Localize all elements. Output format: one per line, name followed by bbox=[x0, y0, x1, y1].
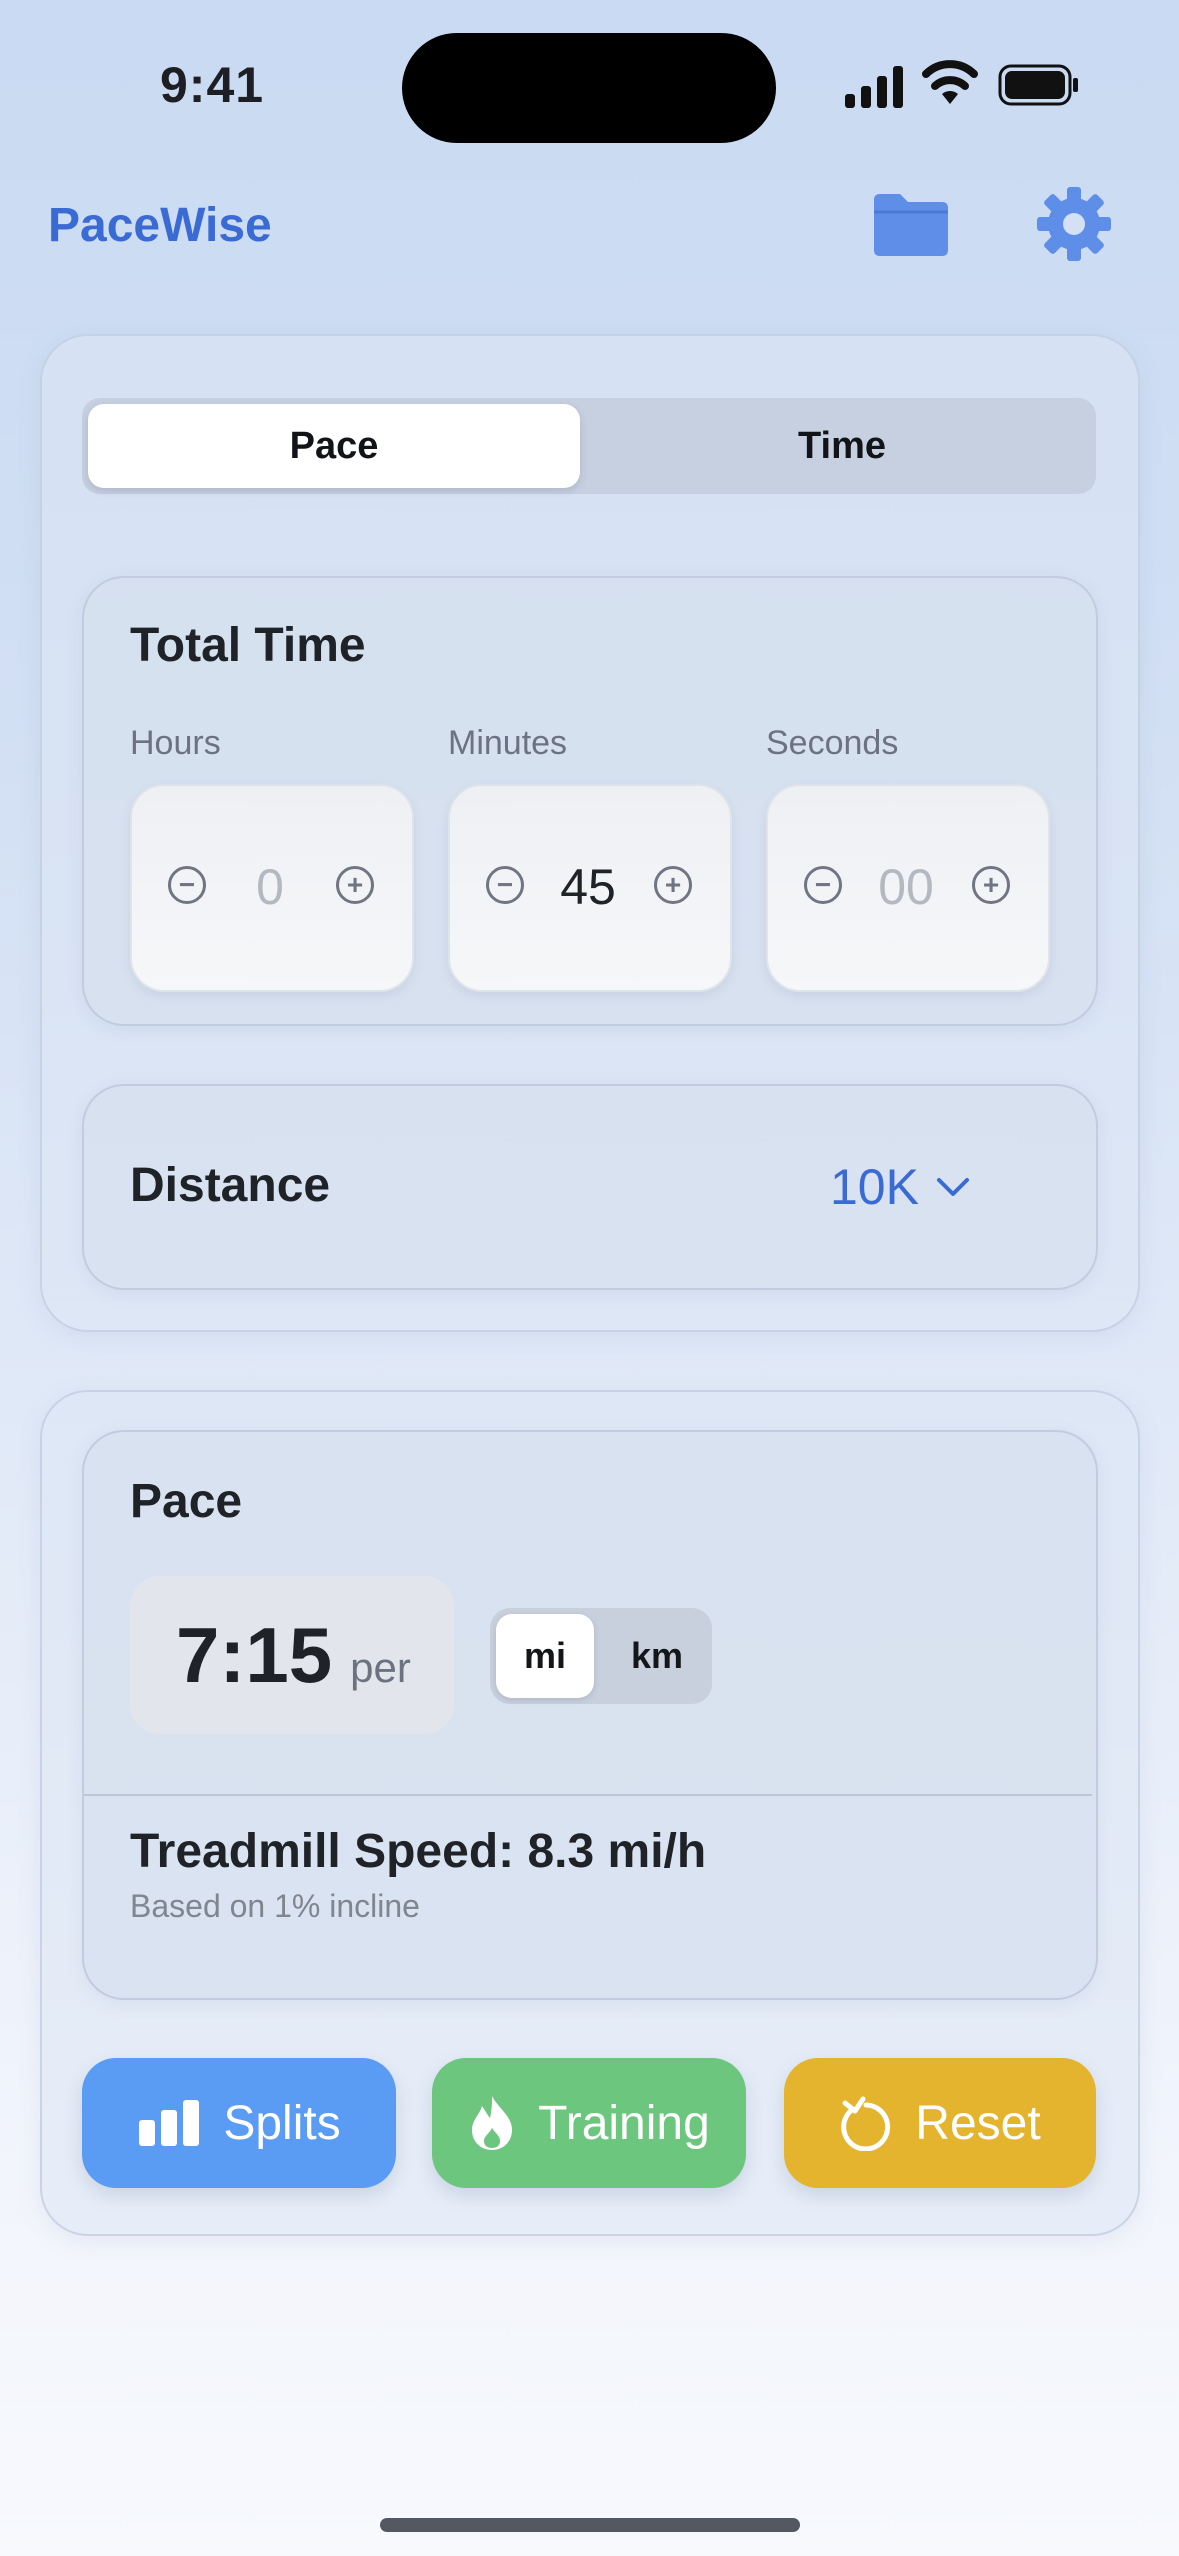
training-button[interactable]: Training bbox=[432, 2058, 746, 2188]
splits-button[interactable]: Splits bbox=[82, 2058, 396, 2188]
distance-label: Distance bbox=[130, 1159, 331, 1212]
reset-icon bbox=[841, 2096, 891, 2151]
hours-increment-button[interactable]: + bbox=[336, 866, 374, 904]
folder-icon[interactable] bbox=[870, 190, 952, 258]
unit-mi[interactable]: mi bbox=[496, 1614, 594, 1698]
hours-value[interactable]: 0 bbox=[210, 858, 330, 916]
seconds-value[interactable]: 00 bbox=[846, 858, 966, 916]
distance-picker[interactable]: 10K bbox=[830, 1158, 971, 1216]
seconds-increment-button[interactable]: + bbox=[972, 866, 1010, 904]
minutes-value[interactable]: 45 bbox=[528, 858, 648, 916]
status-time: 9:41 bbox=[160, 57, 265, 113]
tab-time[interactable]: Time bbox=[596, 404, 1088, 488]
reset-label: Reset bbox=[915, 2096, 1041, 2150]
bar-chart-icon bbox=[139, 2100, 200, 2146]
pace-value: 7:15 bbox=[176, 1611, 333, 1699]
gear-icon[interactable] bbox=[1036, 186, 1112, 262]
splits-label: Splits bbox=[223, 2096, 341, 2150]
hours-label: Hours bbox=[130, 724, 221, 762]
pace-value-row: 7:15 per bbox=[176, 1610, 411, 1701]
treadmill-speed: Treadmill Speed: 8.3 mi/h bbox=[130, 1825, 707, 1878]
home-indicator[interactable] bbox=[380, 2518, 800, 2532]
reset-button[interactable]: Reset bbox=[784, 2058, 1096, 2188]
total-time-title: Total Time bbox=[130, 619, 366, 672]
dynamic-island bbox=[402, 33, 776, 143]
unit-km[interactable]: km bbox=[606, 1614, 708, 1698]
pace-title: Pace bbox=[130, 1475, 243, 1528]
flame-icon bbox=[472, 2096, 513, 2150]
minutes-increment-button[interactable]: + bbox=[654, 866, 692, 904]
minutes-decrement-button[interactable]: − bbox=[486, 866, 524, 904]
hours-decrement-button[interactable]: − bbox=[168, 866, 206, 904]
divider bbox=[84, 1794, 1092, 1796]
seconds-label: Seconds bbox=[766, 724, 899, 762]
pace-suffix: per bbox=[350, 1644, 411, 1691]
chevron-down-icon bbox=[936, 1178, 969, 1196]
battery-icon bbox=[998, 64, 1078, 106]
training-label: Training bbox=[538, 2096, 710, 2150]
tab-pace[interactable]: Pace bbox=[88, 404, 580, 488]
wifi-icon bbox=[922, 60, 978, 104]
app-title: PaceWise bbox=[48, 199, 272, 252]
treadmill-note: Based on 1% incline bbox=[130, 1888, 420, 1924]
distance-value: 10K bbox=[830, 1159, 919, 1215]
cellular-signal-icon bbox=[845, 66, 903, 108]
minutes-label: Minutes bbox=[448, 724, 568, 762]
seconds-decrement-button[interactable]: − bbox=[804, 866, 842, 904]
